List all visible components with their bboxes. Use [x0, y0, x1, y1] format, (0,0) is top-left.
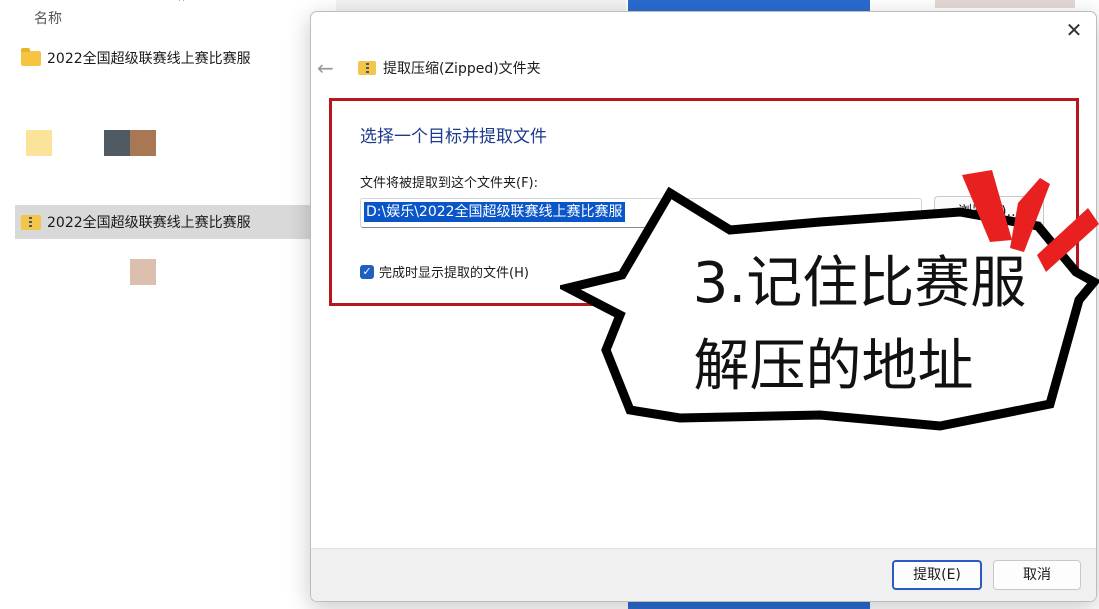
file-row-zip[interactable]: 2022全国超级联赛线上赛比赛服 [15, 205, 310, 239]
file-explorer: 名称 ⌃ 2022全国超级联赛线上赛比赛服 2022全国超级联赛线上赛比赛服 [0, 0, 330, 609]
blurred-thumbnail [130, 130, 156, 156]
show-files-option[interactable]: ✓ 完成时显示提取的文件(H) [360, 262, 529, 281]
dialog-nav-title: 提取压缩(Zipped)文件夹 [358, 58, 541, 78]
background-decoration [935, 0, 1075, 8]
dialog-footer: 提取(E) 取消 [311, 548, 1096, 601]
zip-folder-icon [358, 61, 376, 75]
annotation-line-1: 3.记住比赛服 [692, 251, 1027, 316]
checkbox-checked-icon[interactable]: ✓ [360, 264, 374, 279]
blurred-thumbnail [130, 259, 156, 285]
blurred-thumbnail [104, 130, 130, 156]
back-arrow-icon[interactable]: ← [317, 56, 334, 80]
dialog-title-text: 提取压缩(Zipped)文件夹 [383, 61, 541, 77]
file-name: 2022全国超级联赛线上赛比赛服 [47, 215, 251, 231]
extract-button[interactable]: 提取(E) [892, 560, 982, 590]
show-files-label: 完成时显示提取的文件(H) [379, 266, 529, 281]
sort-up-icon: ⌃ [176, 0, 187, 11]
close-icon[interactable]: ✕ [1058, 16, 1090, 44]
blurred-thumbnail [26, 130, 52, 156]
file-name: 2022全国超级联赛线上赛比赛服 [47, 51, 251, 67]
annotation-line-2: 解压的地址 [693, 334, 974, 399]
dialog-heading: 选择一个目标并提取文件 [360, 127, 547, 147]
folder-icon [21, 47, 41, 66]
annotation-callout: 3.记住比赛服 解压的地址 [560, 160, 1099, 440]
cancel-button[interactable]: 取消 [993, 560, 1081, 590]
zip-folder-icon [21, 214, 41, 230]
path-label: 文件将被提取到这个文件夹(F): [360, 176, 539, 191]
column-header-name[interactable]: 名称 [34, 8, 62, 28]
file-row-folder[interactable]: 2022全国超级联赛线上赛比赛服 [15, 41, 310, 75]
